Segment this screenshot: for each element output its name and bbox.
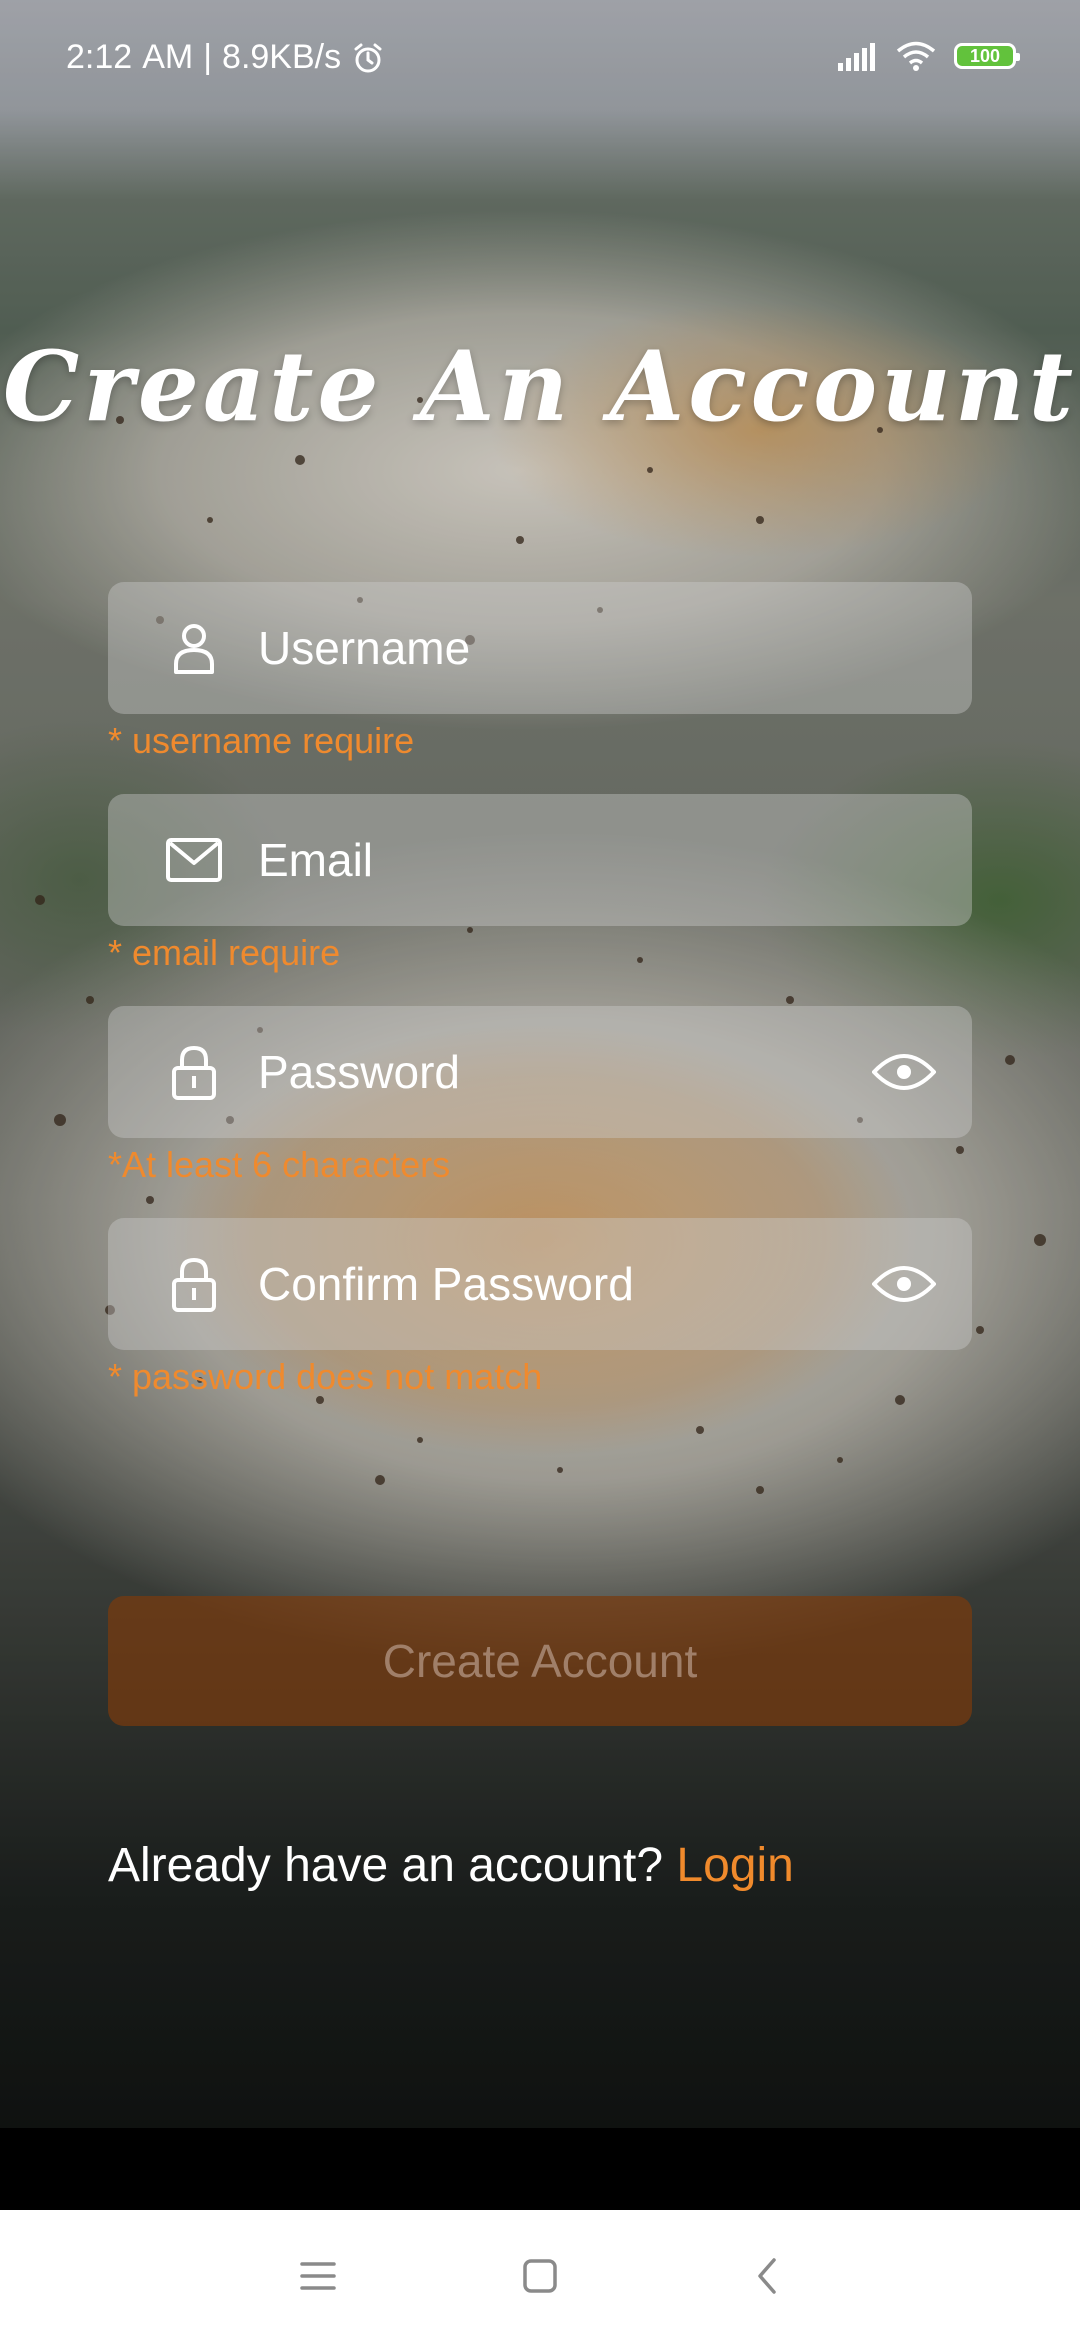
create-account-button[interactable]: Create Account xyxy=(108,1596,972,1726)
password-error: *At least 6 characters xyxy=(108,1144,451,1185)
status-bar: 2:12 AM | 8.9KB/s 100 xyxy=(0,0,1080,116)
status-left: 2:12 AM | 8.9KB/s xyxy=(66,38,385,77)
bottom-band xyxy=(0,2128,1080,2210)
username-field[interactable] xyxy=(108,582,972,714)
status-separator: | xyxy=(203,38,213,76)
status-time: 2:12 xyxy=(66,38,133,76)
status-ampm: AM xyxy=(142,38,194,76)
email-input[interactable] xyxy=(258,794,818,926)
user-icon xyxy=(174,624,214,674)
menu-icon[interactable] xyxy=(296,2254,340,2298)
lock-icon xyxy=(172,1257,216,1312)
status-net-speed: 8.9KB/s xyxy=(222,38,342,76)
back-chevron-icon[interactable] xyxy=(746,2254,790,2298)
eye-icon[interactable] xyxy=(872,1258,936,1310)
wifi-icon xyxy=(896,41,936,71)
login-prompt: Already have an account? Login xyxy=(108,1838,794,1893)
confirm-password-field[interactable] xyxy=(108,1218,972,1350)
email-field[interactable] xyxy=(108,794,972,926)
lock-icon xyxy=(172,1045,216,1100)
username-error: * username require xyxy=(108,720,415,761)
confirm-password-error: * password does not match xyxy=(108,1356,543,1397)
password-input[interactable] xyxy=(258,1006,818,1138)
envelope-icon xyxy=(166,838,222,882)
login-link[interactable]: Login xyxy=(676,1839,793,1892)
eye-icon[interactable] xyxy=(872,1046,936,1098)
battery-icon: 100 xyxy=(954,43,1020,69)
status-right: 100 xyxy=(836,40,1020,72)
page-title: Create An Account xyxy=(2,330,1078,443)
battery-level: 100 xyxy=(969,45,1001,66)
alarm-icon xyxy=(354,43,382,72)
already-have-account-text: Already have an account? xyxy=(108,1839,664,1892)
home-square-icon[interactable] xyxy=(518,2254,562,2298)
confirm-password-input[interactable] xyxy=(258,1218,818,1350)
username-input[interactable] xyxy=(258,582,818,714)
signal-icon xyxy=(838,43,875,71)
system-nav-bar xyxy=(0,2210,1080,2340)
email-error: * email require xyxy=(108,932,341,973)
password-field[interactable] xyxy=(108,1006,972,1138)
